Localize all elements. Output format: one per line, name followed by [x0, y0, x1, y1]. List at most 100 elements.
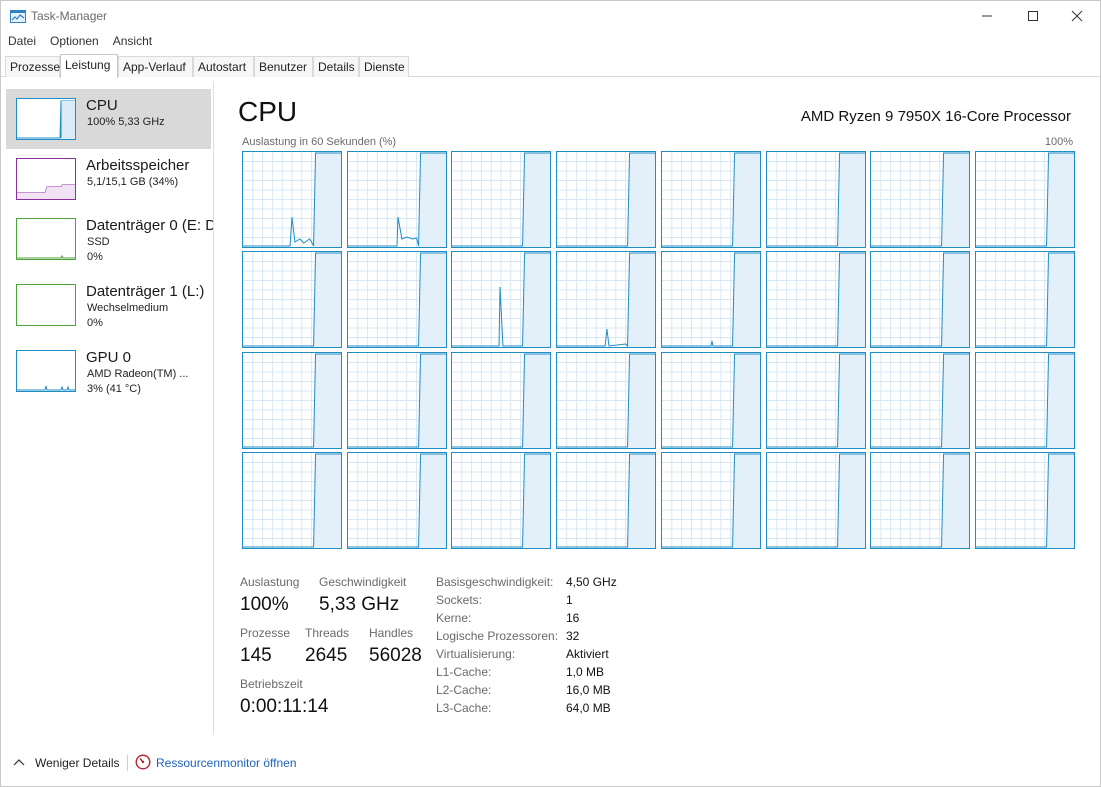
logical-processor-graph: [660, 451, 761, 549]
logical-processor-graph: [242, 151, 342, 248]
logical-processor-graph: [346, 151, 447, 248]
detail-value: 1,0 MB: [566, 665, 605, 679]
logical-processor-graph: [870, 151, 971, 248]
disk0-thumbnail-graph: [16, 218, 76, 260]
logical-processor-graph: [242, 451, 342, 549]
footer-separator: [127, 755, 128, 771]
title-bar: Task-Manager: [1, 1, 1100, 31]
sidebar-item-cpu[interactable]: CPU 100% 5,33 GHz: [6, 89, 211, 149]
processor-name: AMD Ryzen 9 7950X 16-Core Processor: [800, 108, 1071, 125]
logical-processor-graph: [765, 451, 866, 549]
tab-benutzer[interactable]: Benutzer: [254, 56, 313, 77]
detail-value: 1: [566, 593, 573, 607]
open-resource-monitor-link[interactable]: Ressourcenmonitor öffnen: [156, 756, 297, 770]
sidebar-item-title: CPU: [86, 97, 118, 114]
tab-details[interactable]: Details: [313, 56, 359, 77]
sidebar-item-memory[interactable]: Arbeitsspeicher 5,1/15,1 GB (34%): [6, 149, 211, 209]
logical-processor-graph: [556, 151, 657, 248]
detail-key: L2-Cache:: [436, 683, 492, 697]
logical-processor-graph: [870, 451, 971, 549]
graph-max-label: 100%: [1044, 136, 1073, 148]
sidebar-item-usage: 3% (41 °C): [87, 383, 141, 395]
chevron-up-icon[interactable]: [13, 757, 25, 767]
sidebar-item-title: GPU 0: [86, 349, 132, 366]
tab-dienste[interactable]: Dienste: [359, 56, 409, 77]
processes-label: Prozesse: [240, 626, 291, 640]
threads-label: Threads: [305, 626, 350, 640]
logical-processor-graph: [242, 251, 342, 349]
graph-caption: Auslastung in 60 Sekunden (%): [242, 136, 397, 148]
logical-processor-graph: [765, 351, 866, 449]
menu-ansicht[interactable]: Ansicht: [113, 32, 152, 52]
logical-processor-graph: [765, 151, 866, 248]
minimize-icon: [982, 15, 992, 17]
utilization-value: 100%: [240, 594, 289, 615]
tab-autostart[interactable]: Autostart: [193, 56, 254, 77]
logical-processor-graph: [451, 451, 552, 549]
logical-processor-graph: [346, 351, 447, 449]
sidebar-item-detail: AMD Radeon(TM) ...: [87, 368, 189, 380]
detail-value: 4,50 GHz: [566, 575, 617, 589]
logical-processor-graph-grid: [242, 151, 1075, 549]
close-icon: [1071, 10, 1083, 22]
detail-key: L3-Cache:: [436, 701, 492, 715]
memory-thumbnail-graph: [16, 158, 76, 200]
close-button[interactable]: [1054, 1, 1100, 31]
cpu-thumbnail-graph: [16, 98, 76, 140]
processes-value: 145: [240, 645, 272, 666]
sidebar-item-usage: 0%: [87, 317, 103, 329]
window-title: Task-Manager: [31, 9, 108, 23]
page-title: CPU: [238, 96, 298, 127]
tab-bar: Prozesse Leistung App-Verlauf Autostart …: [1, 54, 1100, 78]
detail-key: Basisgeschwindigkeit:: [436, 575, 554, 589]
sidebar-item-detail: 5,1/15,1 GB (34%): [87, 176, 179, 188]
handles-value: 56028: [369, 645, 422, 666]
sidebar-item-disk1[interactable]: Datenträger 1 (L:) Wechselmedium 0%: [6, 275, 211, 335]
maximize-icon: [1028, 11, 1038, 21]
task-manager-window: Task-Manager Datei Optionen Ansicht Proz…: [0, 0, 1101, 787]
logical-processor-graph: [765, 251, 866, 349]
handles-label: Handles: [369, 626, 414, 640]
menu-bar: Datei Optionen Ansicht: [1, 32, 159, 52]
logical-processor-graph: [974, 151, 1075, 248]
uptime-label: Betriebszeit: [240, 677, 303, 691]
menu-datei[interactable]: Datei: [8, 32, 36, 52]
logical-processor-graph: [870, 351, 971, 449]
minimize-button[interactable]: [964, 1, 1010, 31]
tab-app-verlauf[interactable]: App-Verlauf: [118, 56, 193, 77]
logical-processor-graph: [242, 351, 342, 449]
sidebar-item-title: Datenträger 0 (E: D: [86, 217, 214, 234]
gpu-thumbnail-graph: [16, 350, 76, 392]
detail-value: Aktiviert: [566, 647, 609, 661]
detail-key: L1-Cache:: [436, 665, 492, 679]
detail-key: Logische Prozessoren:: [436, 629, 559, 643]
sidebar-item-title: Datenträger 1 (L:): [86, 283, 205, 300]
utilization-label: Auslastung: [240, 575, 300, 589]
detail-value: 16,0 MB: [566, 683, 611, 697]
logical-processor-graph: [660, 151, 761, 248]
logical-processor-graph: [451, 151, 552, 248]
tab-prozesse[interactable]: Prozesse: [5, 56, 60, 77]
detail-key: Sockets:: [436, 593, 483, 607]
logical-processor-graph: [451, 351, 552, 449]
detail-value: 64,0 MB: [566, 701, 611, 715]
resource-sidebar: CPU 100% 5,33 GHz Arbeitsspeicher 5,1/15…: [1, 81, 214, 735]
maximize-button[interactable]: [1010, 1, 1056, 31]
logical-processor-graph: [974, 451, 1075, 549]
speed-label: Geschwindigkeit: [319, 575, 407, 589]
sidebar-item-detail: SSD: [87, 236, 110, 248]
sidebar-item-disk0[interactable]: Datenträger 0 (E: D SSD 0%: [6, 209, 214, 269]
sidebar-item-gpu0[interactable]: GPU 0 AMD Radeon(TM) ... 3% (41 °C): [6, 341, 211, 401]
tab-leistung[interactable]: Leistung: [60, 54, 118, 78]
logical-processor-graph: [556, 351, 657, 449]
uptime-value: 0:00:11:14: [240, 696, 329, 717]
sidebar-item-title: Arbeitsspeicher: [86, 157, 190, 174]
logical-processor-graph: [346, 451, 447, 549]
threads-value: 2645: [305, 645, 348, 666]
logical-processor-graph: [451, 251, 552, 349]
menu-optionen[interactable]: Optionen: [50, 32, 99, 52]
task-manager-app-icon: [10, 10, 26, 23]
detail-value: 32: [566, 629, 580, 643]
resource-monitor-icon: [135, 754, 151, 770]
fewer-details-button[interactable]: Weniger Details: [35, 756, 119, 770]
